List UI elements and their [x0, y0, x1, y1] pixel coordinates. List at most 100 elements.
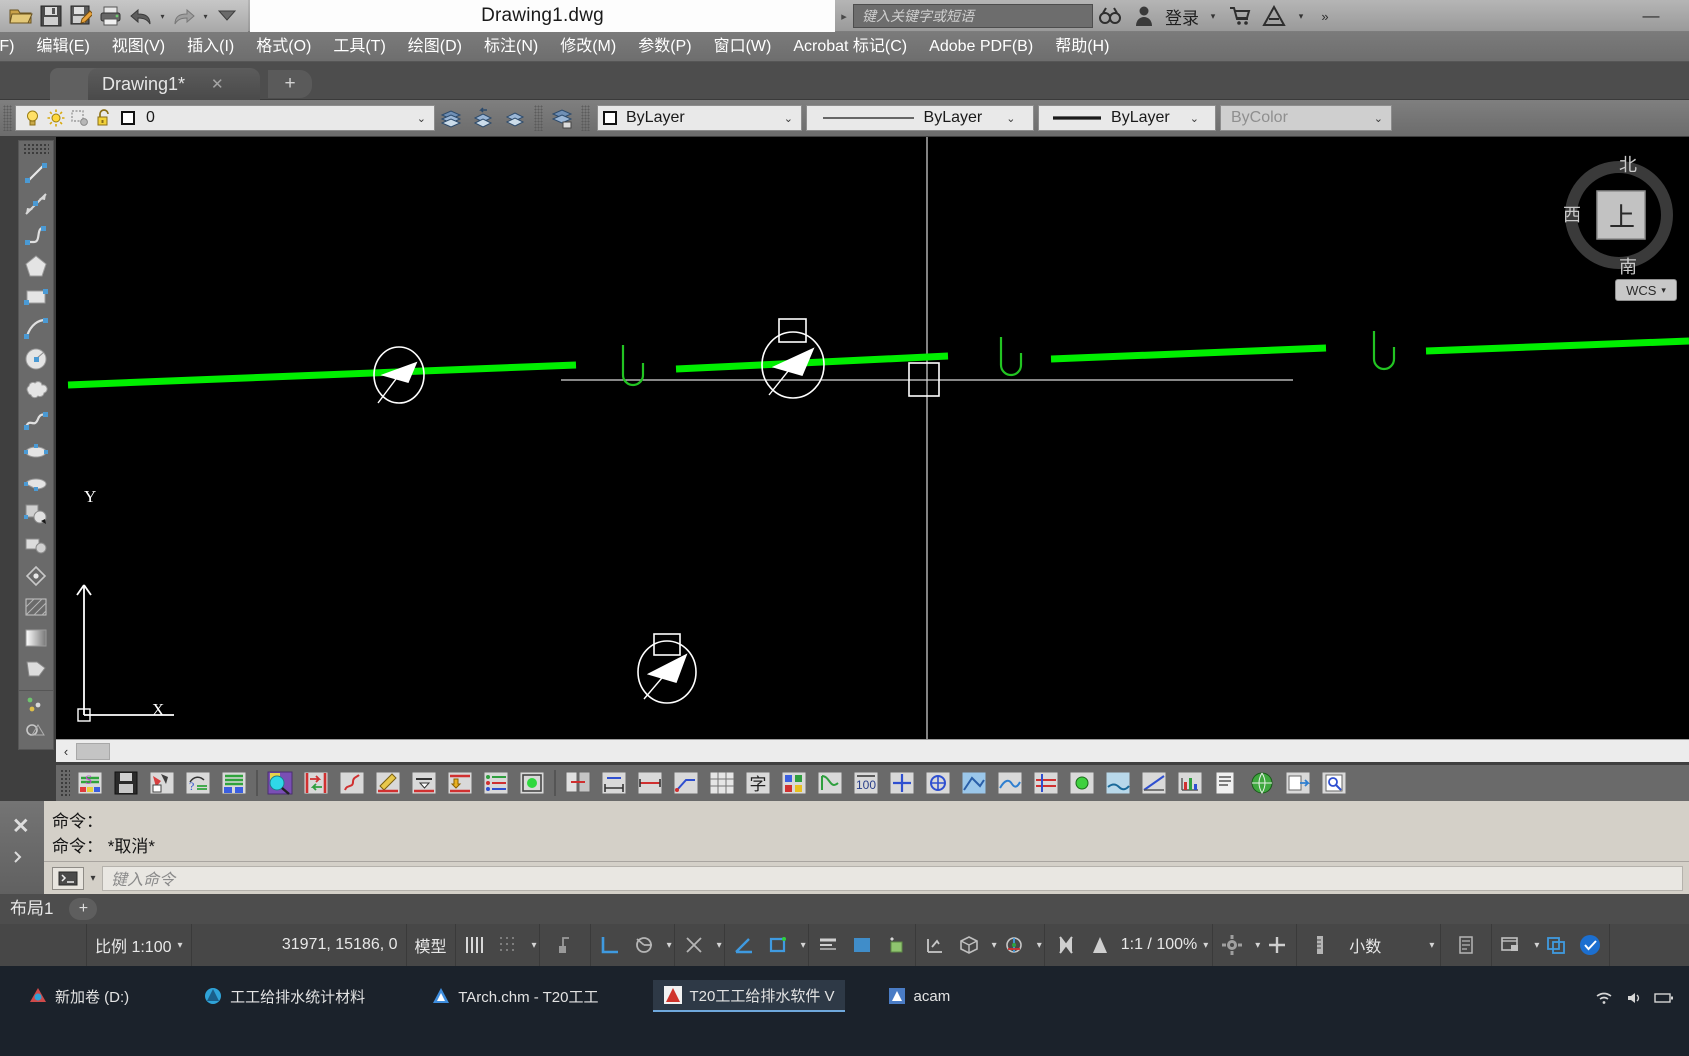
chevron-down-icon[interactable]: ▾ [1661, 285, 1666, 296]
chevron-down-icon[interactable]: ⌄ [417, 112, 430, 125]
save-icon[interactable] [36, 2, 66, 30]
new-layout-button[interactable]: + [69, 898, 98, 920]
array-icon[interactable] [885, 768, 919, 798]
tarch-settings-icon[interactable]: S [73, 768, 107, 798]
align-icon[interactable] [299, 768, 333, 798]
construction-line-icon[interactable] [19, 188, 53, 219]
chevron-down-icon[interactable]: ⌄ [1374, 112, 1387, 125]
ellipse-icon[interactable] [19, 436, 53, 467]
menu-item-format[interactable]: 格式(O) [245, 32, 322, 62]
scrollbar-thumb[interactable] [76, 742, 110, 760]
menu-item-draw[interactable]: 绘图(D) [397, 32, 473, 62]
lock-caret[interactable]: ▾ [1528, 940, 1539, 951]
insert-row-icon[interactable] [443, 768, 477, 798]
units-group[interactable]: 小数 ▾ [1297, 924, 1442, 966]
workspace-caret[interactable]: ▾ [1249, 940, 1260, 951]
grid-tool-icon[interactable] [921, 768, 955, 798]
transparency-icon[interactable] [845, 924, 879, 966]
new-tab-button[interactable]: + [268, 70, 312, 98]
toolbar-lock-icon[interactable] [1494, 924, 1528, 966]
viewcube-west-label[interactable]: 西 [1563, 201, 1581, 227]
leader-icon[interactable] [669, 768, 703, 798]
command-window-grip[interactable]: ✕ [0, 801, 44, 894]
clean-screen-icon[interactable] [1573, 924, 1607, 966]
save-as-icon[interactable] [66, 2, 96, 30]
point-style-icon[interactable] [19, 717, 53, 743]
polar-caret[interactable]: ▾ [661, 940, 672, 951]
spline-icon[interactable] [19, 405, 53, 436]
annotate-icon[interactable] [813, 768, 847, 798]
isometric-draft-icon[interactable] [761, 924, 795, 966]
menu-item-dimension[interactable]: 标注(N) [473, 32, 549, 62]
search-help-icon[interactable] [1093, 1, 1127, 31]
scroll-left-icon[interactable]: ‹ [56, 744, 76, 759]
batch-edit-icon[interactable] [217, 768, 251, 798]
menu-item-parametric[interactable]: 参数(P) [627, 32, 702, 62]
layer-control[interactable]: 0 ⌄ [15, 105, 435, 131]
redo-icon[interactable] [169, 2, 199, 30]
menu-item-view[interactable]: 视图(V) [101, 32, 176, 62]
taskbar-item-t20-active[interactable]: T20工工给排水软件 V [652, 980, 845, 1012]
export-icon[interactable] [1281, 768, 1315, 798]
viewcube-south-label[interactable]: 南 [1619, 253, 1637, 279]
plot-icon[interactable] [68, 107, 92, 129]
layout-tab-1[interactable]: 布局1 [0, 894, 63, 924]
legend-icon[interactable] [479, 768, 513, 798]
close-icon[interactable]: ✕ [12, 814, 30, 839]
table-style-icon[interactable] [705, 768, 739, 798]
query-icon[interactable]: ? [181, 768, 215, 798]
ucs-icon[interactable] [918, 924, 952, 966]
units-icon[interactable] [1303, 924, 1337, 966]
layer-previous-icon[interactable] [499, 103, 531, 133]
snap-caret[interactable]: ▾ [526, 940, 537, 951]
lineweight-control[interactable]: ByLayer ⌄ [1038, 105, 1216, 131]
chevron-down-icon[interactable]: ⌄ [1190, 112, 1203, 125]
units-caret[interactable]: ▾ [1381, 940, 1434, 951]
sun-icon[interactable] [44, 107, 68, 129]
section-icon[interactable] [957, 768, 991, 798]
ortho-mode-icon[interactable] [593, 924, 627, 966]
quick-properties-button[interactable] [1441, 924, 1493, 966]
plus-icon[interactable] [1260, 924, 1294, 966]
menu-item-insert[interactable]: 插入(I) [176, 32, 245, 62]
text-style-icon[interactable]: 字 [741, 768, 775, 798]
expand-ribbon-icon[interactable]: » [1311, 9, 1339, 24]
object-snap-icon[interactable] [677, 924, 711, 966]
draw-toolbar-grip[interactable] [23, 143, 49, 155]
redo-dropdown-caret[interactable]: ▾ [199, 2, 212, 30]
isodraft-caret[interactable]: ▾ [795, 940, 806, 951]
gizmo-icon[interactable] [997, 924, 1031, 966]
layer-tools-icon[interactable] [145, 768, 179, 798]
lightbulb-on-icon[interactable] [20, 107, 44, 129]
chevron-down-icon[interactable]: ⌄ [784, 112, 797, 125]
match-icon[interactable] [561, 768, 595, 798]
angle-snap-icon[interactable] [727, 924, 761, 966]
report-icon[interactable] [1209, 768, 1243, 798]
menu-item-acrobat[interactable]: Acrobat 标记(C) [782, 32, 918, 62]
node-tool-icon[interactable] [1065, 768, 1099, 798]
gradient-icon[interactable] [19, 622, 53, 653]
elevation-icon[interactable] [407, 768, 441, 798]
drawing-canvas[interactable]: Y X 北 西 南 上 WCS ▾ [56, 137, 1689, 739]
search-input[interactable]: 键入关键字或短语 [853, 4, 1093, 28]
freehand-icon[interactable] [335, 768, 369, 798]
layer-properties-icon[interactable] [435, 103, 467, 133]
isolate-objects-icon[interactable] [1539, 924, 1573, 966]
command-anchor-icon[interactable] [12, 849, 28, 868]
selection-cycling-icon[interactable] [879, 924, 913, 966]
file-tab-drawing1[interactable]: Drawing1* ✕ [88, 68, 260, 100]
wifi-icon[interactable] [1589, 986, 1619, 1010]
print-preview-icon[interactable] [1317, 768, 1351, 798]
region-icon[interactable] [19, 653, 53, 684]
view-manager-icon[interactable] [263, 768, 297, 798]
frame-icon[interactable] [515, 768, 549, 798]
menu-item-modify[interactable]: 修改(M) [549, 32, 627, 62]
infer-constraints-button[interactable] [540, 924, 591, 966]
annotation-visibility-icon[interactable] [1049, 924, 1083, 966]
coordinates-display[interactable]: 31971, 15186, 0 [192, 924, 407, 966]
cart-icon[interactable] [1223, 1, 1257, 31]
profile-icon[interactable] [993, 768, 1027, 798]
layer-state-icon[interactable] [546, 103, 578, 133]
menu-item-window[interactable]: 窗口(W) [703, 32, 783, 62]
undo-icon[interactable] [126, 2, 156, 30]
